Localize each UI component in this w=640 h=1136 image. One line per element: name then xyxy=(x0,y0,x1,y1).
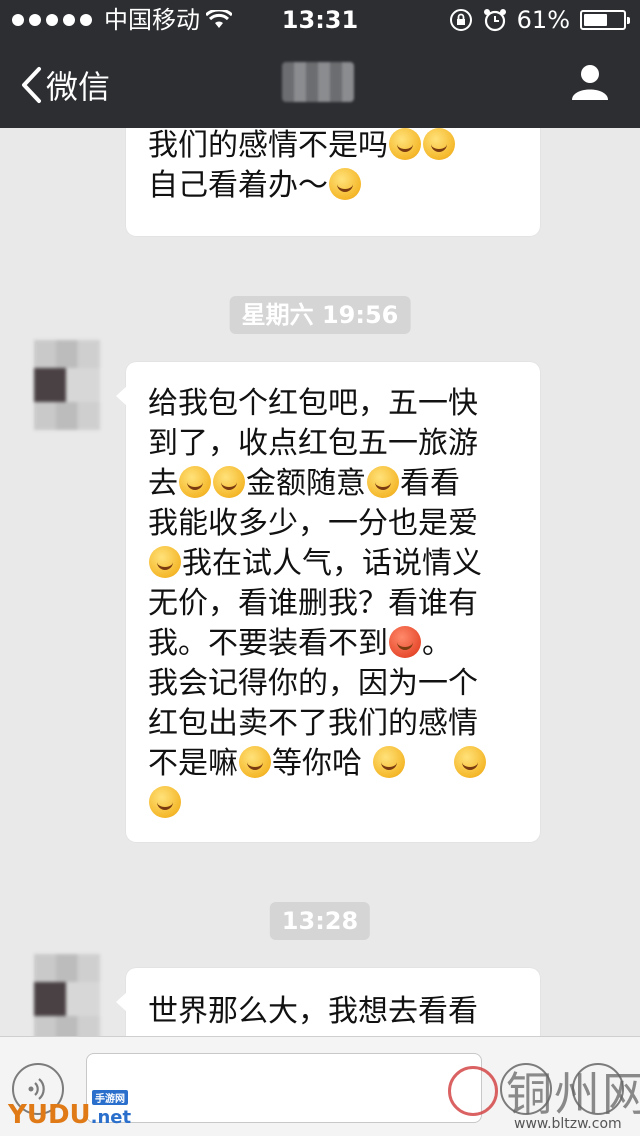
thinking-emoji-icon xyxy=(454,746,487,778)
message-line: 我能收多少，一分也是爱 xyxy=(148,506,478,541)
battery-label: 61% xyxy=(516,6,570,34)
voice-icon xyxy=(28,1078,45,1100)
message-line: 世界那么大，我想去看看 xyxy=(148,994,478,1029)
thinking-emoji-icon xyxy=(329,168,361,200)
timestamp: 星期六 19:56 xyxy=(229,296,411,334)
message-line xyxy=(148,784,518,824)
smile-emoji-icon xyxy=(372,746,405,778)
grin-emoji-icon xyxy=(213,466,245,498)
back-label: 微信 xyxy=(46,68,111,106)
thinking-emoji-icon xyxy=(149,786,181,818)
alarm-icon xyxy=(483,9,506,32)
angry-emoji-icon xyxy=(389,626,421,658)
heart-eyes-emoji-icon xyxy=(239,746,271,778)
message-bubble[interactable]: 世界那么大，我想去看看 xyxy=(116,968,540,1036)
rotation-lock-icon xyxy=(449,9,472,31)
thinking-emoji-icon xyxy=(149,546,181,578)
message-bubble[interactable]: 给我包个红包吧，五一快 到了，收点红包五一旅游 去金额随意 看看 我能收多少，一分… xyxy=(116,362,540,842)
battery-fill xyxy=(584,14,607,26)
message-line: 不是嘛 等你哈 xyxy=(148,744,518,784)
message-line: 我。不要装看不到。 xyxy=(148,626,452,661)
message-line: 我会记得你的，因为一个 xyxy=(148,666,478,701)
avatar[interactable] xyxy=(34,954,100,1036)
message-line: 给我包个红包吧，五一快 xyxy=(148,386,478,421)
top-bar: 中国移动 13:31 61% 微信 xyxy=(0,0,640,128)
heart-eyes-emoji-icon xyxy=(389,128,421,160)
heart-eyes-emoji-icon xyxy=(423,128,455,160)
message-input[interactable] xyxy=(86,1053,482,1123)
nav-bar: 微信 xyxy=(0,40,640,128)
message-line: 自己看着办～ xyxy=(148,166,518,206)
battery-icon xyxy=(580,10,630,30)
message-line: 到了，收点红包五一旅游 xyxy=(148,426,478,461)
back-button[interactable]: 微信 xyxy=(20,62,110,108)
message-line: 红包出卖不了我们的感情 xyxy=(148,706,478,741)
message-line: 无价，看谁删我？看谁有 xyxy=(148,586,478,621)
avatar[interactable] xyxy=(34,340,100,430)
contact-info-icon[interactable] xyxy=(570,62,610,102)
status-right: 61% xyxy=(449,0,630,40)
watermark-left: YUDU.net 手游网 xyxy=(8,1090,131,1130)
message-line: 去金额随意 看看 xyxy=(148,466,460,501)
chat-title-blurred xyxy=(282,62,354,102)
chevron-left-icon xyxy=(22,67,41,103)
squint-emoji-icon xyxy=(367,466,399,498)
watermark-seal-icon xyxy=(448,1066,498,1116)
grin-emoji-icon xyxy=(179,466,211,498)
message-bubble[interactable]: 我们的感情不是吗 自己看着办～ xyxy=(126,128,540,236)
message-line: 我们的感情不是吗 xyxy=(148,128,518,166)
status-bar: 中国移动 13:31 61% xyxy=(0,0,640,40)
message-list[interactable]: 我们的感情不是吗 自己看着办～ 星期六 19:56 给我包个红包吧，五一快 到了… xyxy=(0,128,640,1036)
timestamp: 13:28 xyxy=(269,902,371,940)
message-line: 我在试人气，话说情义 xyxy=(148,544,518,584)
chat-screen: 中国移动 13:31 61% 微信 我们的感情不是吗 自己看着办～ 星期六 19… xyxy=(0,0,640,1136)
